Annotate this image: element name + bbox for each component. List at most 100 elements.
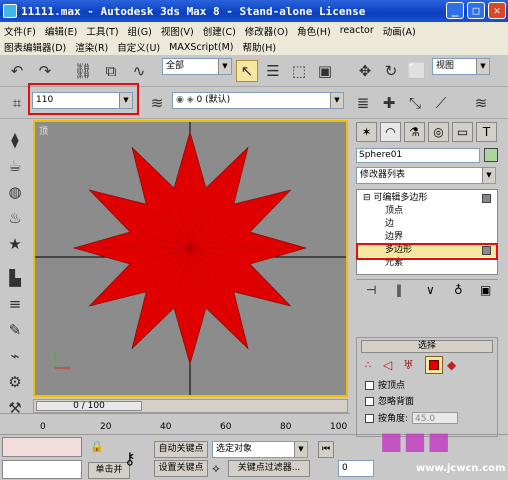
menu-animation[interactable]: 动画(A) xyxy=(383,24,416,38)
modify-tab-icon[interactable]: ◠ xyxy=(380,122,401,142)
unlink-icon[interactable]: ⧉ xyxy=(100,60,122,82)
vertex-mode-icon[interactable]: ∴ xyxy=(365,360,371,371)
material-ball-icon[interactable]: ◍ xyxy=(4,181,26,203)
paint-icon[interactable]: ⌁ xyxy=(4,345,26,367)
configure-sets-icon[interactable]: ▣ xyxy=(480,283,491,297)
menu-edit[interactable]: 编辑(E) xyxy=(45,24,77,38)
maximize-button[interactable]: □ xyxy=(467,2,485,19)
menu-modifiers[interactable]: 修改器(O) xyxy=(245,24,288,38)
render-scene-icon[interactable]: ♨ xyxy=(4,207,26,229)
top-viewport[interactable]: 顶 xyxy=(33,120,348,397)
undo-icon[interactable]: ↶ xyxy=(6,60,28,82)
object-name-field[interactable]: Sphere01 xyxy=(356,148,480,163)
create-tab-icon[interactable]: ✶ xyxy=(356,122,377,142)
menu-reactor[interactable]: reactor xyxy=(340,25,374,36)
teapot-icon[interactable]: ☕ xyxy=(4,155,26,177)
stack-item-editable-poly[interactable]: ⊟ 可编辑多边形 xyxy=(357,192,497,205)
select-link-icon[interactable]: ⛓ xyxy=(72,60,94,82)
edge-mode-icon[interactable]: ◁ xyxy=(383,358,392,372)
element-mode-icon[interactable]: ◆ xyxy=(447,358,456,372)
display-tab-icon[interactable]: ▭ xyxy=(452,122,473,142)
layer-add-icon[interactable]: ≣ xyxy=(352,92,374,114)
angle-spinner[interactable]: 45.0 xyxy=(412,412,459,424)
menu-graph-editors[interactable]: 图表编辑器(D) xyxy=(4,40,66,54)
quick-render-icon[interactable]: ★ xyxy=(4,233,26,255)
checkbox-box[interactable] xyxy=(365,397,374,406)
menu-create[interactable]: 创建(C) xyxy=(203,24,236,38)
by-angle-checkbox[interactable]: 按角度: 45.0 xyxy=(365,412,508,425)
highlight-box-named-selection xyxy=(28,83,139,115)
layer-properties-icon[interactable]: ⟋ xyxy=(430,92,452,114)
keyboard-shortcut-override-icon[interactable]: ⌗ xyxy=(6,92,28,114)
menu-character[interactable]: 角色(H) xyxy=(297,24,331,38)
edit-icon[interactable]: ✎ xyxy=(4,319,26,341)
select-by-name-icon[interactable]: ☰ xyxy=(262,60,284,82)
close-button[interactable]: ✕ xyxy=(488,2,506,19)
make-unique-icon[interactable]: ∨ xyxy=(426,283,435,297)
select-object-icon[interactable]: ↖ xyxy=(236,60,258,82)
menu-help[interactable]: 帮助(H) xyxy=(243,40,277,54)
menu-group[interactable]: 组(G) xyxy=(128,24,152,38)
move-icon[interactable]: ✥ xyxy=(354,60,376,82)
hierarchy-tab-icon[interactable]: ⚗ xyxy=(404,122,425,142)
key-icon[interactable]: ⚷ xyxy=(124,449,136,468)
stack-item-label: 边 xyxy=(385,219,395,229)
stack-item-edge[interactable]: 边 xyxy=(357,218,497,231)
layer-dropdown[interactable]: ◉ ◈ 0 (默认) ▼ xyxy=(172,92,344,109)
create-panel-icon[interactable]: ▙ xyxy=(4,267,26,289)
settings-icon[interactable]: ⚙ xyxy=(4,371,26,393)
stack-item-vertex[interactable]: 顶点 xyxy=(357,205,497,218)
set-key-button[interactable]: 设置关键点 xyxy=(154,460,208,477)
window-crossing-icon[interactable]: ▣ xyxy=(314,60,336,82)
checkbox-box[interactable] xyxy=(365,414,374,423)
menu-customize[interactable]: 自定义(U) xyxy=(117,40,160,54)
current-frame-field[interactable]: 0 xyxy=(338,460,374,477)
rotate-icon[interactable]: ↻ xyxy=(380,60,402,82)
pin-stack-icon[interactable]: ⊣ xyxy=(366,283,376,297)
reference-coordinate-dropdown[interactable]: 视图 ▼ xyxy=(432,58,490,75)
menu-rendering[interactable]: 渲染(R) xyxy=(75,40,108,54)
auto-key-button[interactable]: 自动关键点 xyxy=(154,441,208,458)
maxscript-listener[interactable] xyxy=(2,437,82,457)
create-layer-icon[interactable]: ✚ xyxy=(378,92,400,114)
selection-filter-dropdown[interactable]: 全部 ▼ xyxy=(162,58,232,75)
scale-icon[interactable]: ⬜ xyxy=(406,60,428,82)
eye-icon: ◉ ◈ xyxy=(176,95,197,105)
select-layer-icon[interactable]: ⤡ xyxy=(404,92,426,114)
time-slider[interactable]: 0 / 100 xyxy=(33,399,348,413)
menu-views[interactable]: 视图(V) xyxy=(161,24,194,38)
track-bar[interactable]: 0 20 40 60 80 100 xyxy=(0,413,350,434)
go-to-start-icon[interactable]: ⏮ xyxy=(318,441,334,458)
polygon-mode-icon[interactable] xyxy=(425,356,443,374)
show-end-result-icon[interactable]: ‖ xyxy=(396,283,402,297)
remove-modifier-icon[interactable]: ♁ xyxy=(454,283,463,297)
bind-spacewarp-icon[interactable]: ∿ xyxy=(128,60,150,82)
motion-tab-icon[interactable]: ◎ xyxy=(428,122,449,142)
utilities-tab-icon[interactable]: T xyxy=(476,122,497,142)
selected-object-value: 选定对象 xyxy=(216,444,253,454)
by-vertex-checkbox[interactable]: 按顶点 xyxy=(365,380,508,393)
checkbox-box[interactable] xyxy=(365,381,374,390)
modifier-list-dropdown[interactable]: 修改器列表 ▼ xyxy=(356,167,496,184)
rectangular-region-icon[interactable]: ⬚ xyxy=(288,60,310,82)
border-mode-icon[interactable]: ♅ xyxy=(403,358,414,372)
time-slider-thumb[interactable]: 0 / 100 xyxy=(36,401,142,411)
menu-tools[interactable]: 工具(T) xyxy=(86,24,118,38)
selection-rollout-header[interactable]: 选择 xyxy=(361,340,493,353)
lock-icon[interactable]: 🔒 xyxy=(90,440,104,454)
object-color-swatch[interactable] xyxy=(484,148,498,162)
maxscript-input[interactable] xyxy=(2,460,82,479)
layer-manager-icon[interactable]: ≋ xyxy=(146,92,168,114)
layers-icon[interactable]: ≡ xyxy=(4,293,26,315)
minimize-button[interactable]: _ xyxy=(446,2,464,19)
menu-file[interactable]: 文件(F) xyxy=(4,24,36,38)
key-filters-button[interactable]: 关键点过滤器... xyxy=(228,460,310,477)
snap-icon[interactable]: ⧫ xyxy=(4,129,26,151)
menu-maxscript[interactable]: MAXScript(M) xyxy=(169,42,233,53)
stack-toggle-icon[interactable] xyxy=(482,194,491,203)
curve-editor-icon[interactable]: ≋ xyxy=(470,92,492,114)
redo-icon[interactable]: ↷ xyxy=(34,60,56,82)
title-bar: 11111.max - Autodesk 3ds Max 8 - Stand-a… xyxy=(0,0,508,22)
ignore-backfacing-checkbox[interactable]: 忽略背面 xyxy=(365,396,508,409)
key-mode-dropdown[interactable]: 选定对象 ▼ xyxy=(212,441,308,458)
